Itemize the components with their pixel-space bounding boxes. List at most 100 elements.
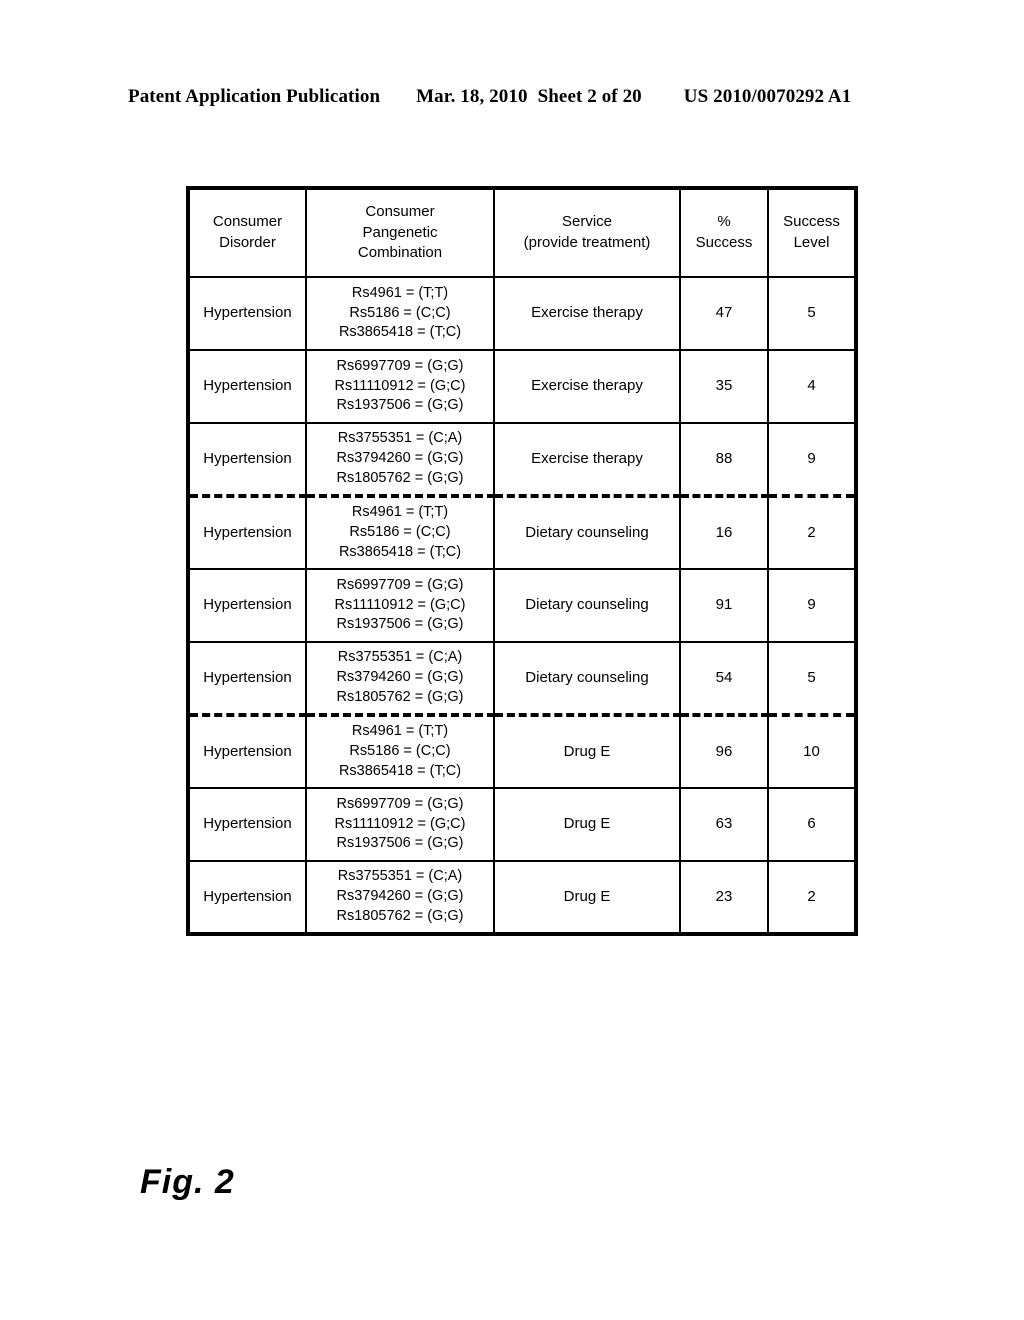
cell-consumer-disorder: Hypertension bbox=[187, 713, 307, 789]
figure-caption: Fig. 2 bbox=[140, 1163, 235, 1201]
snp-genotype-line: Rs1937506 = (G;G) bbox=[336, 616, 464, 633]
table-row: Hypertension Rs6997709 = (G;G) Rs11110912 … bbox=[187, 349, 857, 424]
snp-genotype-line: Rs1805762 = (G;G) bbox=[336, 469, 464, 486]
cell-percent-success: 47 bbox=[679, 276, 769, 351]
column-header-line: Success bbox=[783, 213, 840, 231]
cell-service: Dietary counseling bbox=[493, 568, 681, 643]
cell-service: Exercise therapy bbox=[493, 422, 681, 497]
snp-genotype-line: Rs3794260 = (G;G) bbox=[336, 450, 464, 467]
column-header-consumer-pangenetic-combination: Consumer Pangenetic Combination bbox=[305, 187, 495, 278]
snp-genotype-line: Rs3755351 = (C;A) bbox=[337, 868, 463, 885]
cell-service: Drug E bbox=[493, 860, 681, 935]
snp-genotype-line: Rs3865418 = (T;C) bbox=[338, 543, 462, 560]
cell-success-level: 4 bbox=[767, 349, 857, 424]
cell-success-level: 6 bbox=[767, 787, 857, 862]
cell-percent-success: 63 bbox=[679, 787, 769, 862]
cell-consumer-disorder: Hypertension bbox=[187, 860, 307, 935]
cell-service: Drug E bbox=[493, 787, 681, 862]
snp-genotype-line: Rs3794260 = (G;G) bbox=[336, 669, 464, 686]
cell-consumer-disorder: Hypertension bbox=[187, 494, 307, 570]
cell-pangenetic-combination: Rs6997709 = (G;G) Rs11110912 = (G;C) Rs193… bbox=[305, 349, 495, 424]
column-header-line: Service bbox=[561, 213, 613, 231]
table-row: Hypertension Rs4961 = (T;T) Rs5186 = (C;C)… bbox=[187, 713, 857, 789]
cell-service: Drug E bbox=[493, 713, 681, 789]
column-header-line: Consumer bbox=[365, 202, 435, 220]
cell-success-level: 10 bbox=[767, 713, 857, 789]
cell-service: Exercise therapy bbox=[493, 276, 681, 351]
snp-genotype-line: Rs1805762 = (G;G) bbox=[336, 688, 464, 705]
column-header-success-level: Success Level bbox=[767, 187, 857, 278]
snp-genotype-line: Rs1937506 = (G;G) bbox=[336, 397, 464, 414]
patent-running-header: Patent Application Publication Mar. 18, … bbox=[128, 86, 896, 112]
cell-percent-success: 35 bbox=[679, 349, 769, 424]
cell-pangenetic-combination: Rs3755351 = (C;A) Rs3794260 = (G;G) Rs1805… bbox=[305, 422, 495, 497]
publication-label: Patent Application Publication bbox=[128, 86, 381, 107]
cell-success-level: 9 bbox=[767, 568, 857, 643]
column-header-line: Combination bbox=[357, 244, 443, 262]
cell-consumer-disorder: Hypertension bbox=[187, 568, 307, 643]
snp-genotype-line: Rs11110912 = (G;C) bbox=[334, 596, 466, 613]
cell-pangenetic-combination: Rs4961 = (T;T) Rs5186 = (C;C) Rs3865418 = … bbox=[305, 713, 495, 789]
sheet-number: Sheet 2 of 20 bbox=[537, 86, 642, 107]
cell-pangenetic-combination: Rs3755351 = (C;A) Rs3794260 = (G;G) Rs1805… bbox=[305, 641, 495, 716]
snp-genotype-line: Rs4961 = (T;T) bbox=[351, 504, 449, 521]
snp-genotype-line: Rs3755351 = (C;A) bbox=[337, 430, 463, 447]
table-row: Hypertension Rs3755351 = (C;A) Rs3794260 =… bbox=[187, 641, 857, 716]
publication-date: Mar. 18, 2010 bbox=[416, 86, 528, 107]
cell-percent-success: 16 bbox=[679, 494, 769, 570]
snp-genotype-line: Rs11110912 = (G;C) bbox=[334, 377, 466, 394]
snp-genotype-line: Rs6997709 = (G;G) bbox=[336, 795, 464, 812]
table-header: Consumer Disorder Consumer Pangenetic Combin… bbox=[187, 187, 857, 278]
table-row: Hypertension Rs4961 = (T;T) Rs5186 = (C;C)… bbox=[187, 276, 857, 351]
cell-consumer-disorder: Hypertension bbox=[187, 787, 307, 862]
table-row: Hypertension Rs6997709 = (G;G) Rs11110912 … bbox=[187, 787, 857, 862]
snp-genotype-line: Rs3865418 = (T;C) bbox=[338, 324, 462, 341]
column-header-consumer-disorder: Consumer Disorder bbox=[187, 187, 307, 278]
cell-service: Dietary counseling bbox=[493, 494, 681, 570]
snp-genotype-line: Rs6997709 = (G;G) bbox=[336, 357, 464, 374]
cell-success-level: 2 bbox=[767, 494, 857, 570]
cell-consumer-disorder: Hypertension bbox=[187, 276, 307, 351]
cell-success-level: 2 bbox=[767, 860, 857, 935]
cell-service: Exercise therapy bbox=[493, 349, 681, 424]
cell-percent-success: 54 bbox=[679, 641, 769, 716]
cell-service: Dietary counseling bbox=[493, 641, 681, 716]
cell-percent-success: 23 bbox=[679, 860, 769, 935]
snp-genotype-line: Rs5186 = (C;C) bbox=[349, 524, 451, 541]
cell-consumer-disorder: Hypertension bbox=[187, 422, 307, 497]
snp-genotype-line: Rs3794260 = (G;G) bbox=[336, 888, 464, 905]
figure-table-container: Consumer Disorder Consumer Pangenetic Combin… bbox=[186, 186, 858, 936]
table-row: Hypertension Rs3755351 = (C;A) Rs3794260 =… bbox=[187, 422, 857, 497]
snp-genotype-line: Rs11110912 = (G;C) bbox=[334, 815, 466, 832]
cell-success-level: 5 bbox=[767, 641, 857, 716]
table-row: Hypertension Rs6997709 = (G;G) Rs11110912 … bbox=[187, 568, 857, 643]
cell-success-level: 5 bbox=[767, 276, 857, 351]
snp-genotype-line: Rs5186 = (C;C) bbox=[349, 304, 451, 321]
snp-genotype-line: Rs6997709 = (G;G) bbox=[336, 576, 464, 593]
cell-pangenetic-combination: Rs3755351 = (C;A) Rs3794260 = (G;G) Rs1805… bbox=[305, 860, 495, 935]
snp-genotype-line: Rs4961 = (T;T) bbox=[351, 723, 449, 740]
snp-genotype-line: Rs5186 = (C;C) bbox=[349, 743, 451, 760]
column-header-line: Level bbox=[793, 234, 830, 251]
snp-genotype-line: Rs4961 = (T;T) bbox=[351, 284, 449, 301]
patent-number: US 2010/0070292 A1 bbox=[683, 86, 852, 107]
column-header-line: Pangenetic bbox=[362, 223, 438, 241]
column-header-line: Disorder bbox=[219, 234, 276, 251]
table-body: Hypertension Rs4961 = (T;T) Rs5186 = (C;C)… bbox=[187, 276, 857, 935]
cell-consumer-disorder: Hypertension bbox=[187, 349, 307, 424]
cell-pangenetic-combination: Rs6997709 = (G;G) Rs11110912 = (G;C) Rs193… bbox=[305, 787, 495, 862]
table-header-row: Consumer Disorder Consumer Pangenetic Combin… bbox=[187, 187, 857, 278]
cell-percent-success: 88 bbox=[679, 422, 769, 497]
cell-consumer-disorder: Hypertension bbox=[187, 641, 307, 716]
cell-percent-success: 91 bbox=[679, 568, 769, 643]
cell-percent-success: 96 bbox=[679, 713, 769, 789]
column-header-line: % bbox=[717, 213, 731, 231]
snp-genotype-line: Rs3865418 = (T;C) bbox=[338, 762, 462, 779]
cell-pangenetic-combination: Rs6997709 = (G;G) Rs11110912 = (G;C) Rs193… bbox=[305, 568, 495, 643]
snp-genotype-line: Rs1937506 = (G;G) bbox=[336, 835, 464, 852]
column-header-percent-success: % Success bbox=[679, 187, 769, 278]
cell-success-level: 9 bbox=[767, 422, 857, 497]
snp-genotype-line: Rs3755351 = (C;A) bbox=[337, 649, 463, 666]
pangenetic-treatment-table: Consumer Disorder Consumer Pangenetic Combin… bbox=[186, 186, 858, 936]
column-header-line: Consumer bbox=[212, 213, 283, 231]
